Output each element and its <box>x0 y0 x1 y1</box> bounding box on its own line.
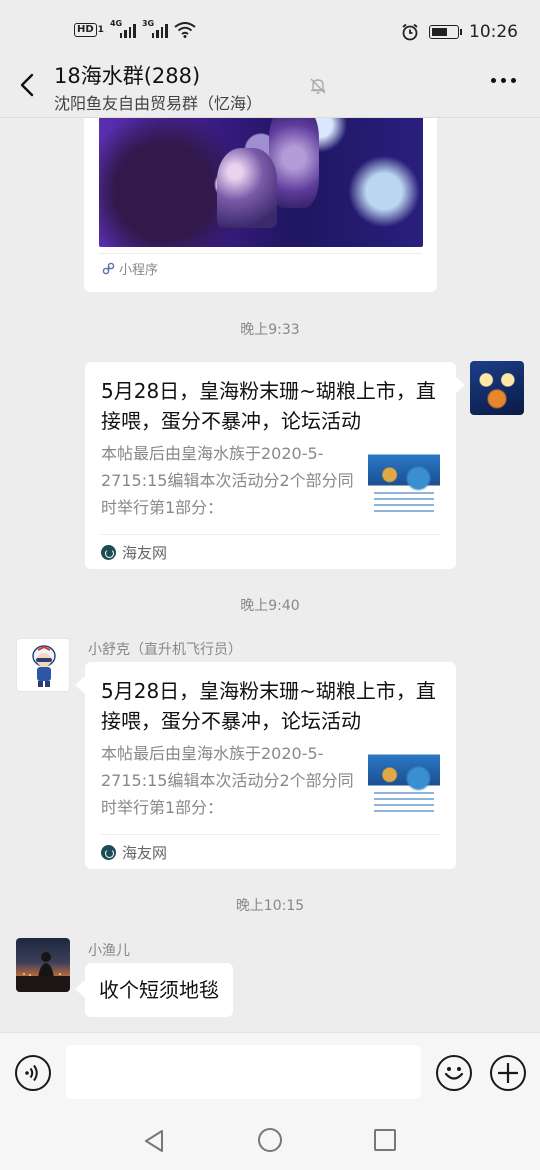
wifi-icon <box>174 22 196 38</box>
nav-home-icon[interactable] <box>258 1128 282 1152</box>
chat-area[interactable]: 小程序 晚上9:33 5月28日，皇海粉末珊~瑚粮上市，直接喂，蛋分不暴冲，论坛… <box>0 118 540 1032</box>
alarm-icon <box>402 23 418 41</box>
timestamp: 晚上9:40 <box>240 598 300 614</box>
nav-back-icon[interactable] <box>142 1129 166 1153</box>
emoji-icon <box>444 1067 464 1080</box>
plus-button[interactable] <box>490 1055 526 1091</box>
text-message-bubble[interactable]: 收个短须地毯 <box>85 963 233 1017</box>
system-nav-bar <box>0 1112 540 1170</box>
status-left: HD 1 4G 3G <box>74 19 196 38</box>
mini-program-image <box>99 118 423 247</box>
sender-avatar[interactable] <box>16 938 70 992</box>
plus-icon <box>498 1063 518 1083</box>
link-card[interactable]: 5月28日，皇海粉末珊~瑚粮上市，直接喂，蛋分不暴冲，论坛活动 本帖最后由皇海水… <box>85 662 456 869</box>
mute-bell-icon <box>310 78 326 94</box>
timestamp: 晚上9:33 <box>240 322 300 338</box>
signal-3g-icon: 3G <box>142 19 168 38</box>
bubble-tail <box>455 376 465 394</box>
link-card[interactable]: 5月28日，皇海粉末珊~瑚粮上市，直接喂，蛋分不暴冲，论坛活动 本帖最后由皇海水… <box>85 362 456 569</box>
mini-program-label: 小程序 <box>119 263 159 278</box>
link-thumbnail <box>368 746 440 818</box>
silhouette-avatar-icon <box>16 952 70 992</box>
link-title: 5月28日，皇海粉末珊~瑚粮上市，直接喂，蛋分不暴冲，论坛活动 <box>101 679 436 733</box>
group-title: 18海水群(288) <box>54 64 201 88</box>
chat-header: 18海水群(288) 沈阳鱼友自由贸易群（忆海） <box>0 52 540 118</box>
source-name: 海友网 <box>122 544 168 562</box>
sender-name: 小舒克（直升机飞行员） <box>88 642 242 658</box>
divider <box>101 834 440 835</box>
sim-number: 1 <box>97 25 104 35</box>
link-source: 海友网 <box>101 542 167 563</box>
link-thumbnail <box>368 446 440 518</box>
source-icon <box>101 545 116 560</box>
link-description: 本帖最后由皇海水族于2020-5-2715:15编辑本次活动分2个部分同时举行第… <box>101 444 354 517</box>
mini-program-icon <box>102 262 115 275</box>
pilot-avatar-icon <box>32 645 56 687</box>
hd-badge: HD <box>74 23 97 37</box>
mini-program-card[interactable]: 小程序 <box>84 118 437 292</box>
link-source: 海友网 <box>101 842 167 863</box>
bubble-tail <box>75 980 85 998</box>
battery-fill <box>432 28 448 36</box>
sender-name: 小渔儿 <box>88 943 130 959</box>
sender-avatar[interactable] <box>16 638 70 692</box>
source-name: 海友网 <box>122 844 168 862</box>
battery-icon <box>429 25 462 39</box>
divider <box>101 534 440 535</box>
clock: 10:26 <box>469 22 518 42</box>
status-right: 10:26 <box>401 22 518 42</box>
more-options-button[interactable] <box>491 78 516 83</box>
signal-4g-icon: 4G <box>110 19 136 38</box>
message-input[interactable] <box>66 1045 421 1099</box>
divider <box>99 253 422 254</box>
nav-recents-icon[interactable] <box>374 1129 396 1151</box>
input-bar <box>0 1032 540 1112</box>
mini-program-tag: 小程序 <box>102 259 158 278</box>
link-title: 5月28日，皇海粉末珊~瑚粮上市，直接喂，蛋分不暴冲，论坛活动 <box>101 379 436 433</box>
link-description: 本帖最后由皇海水族于2020-5-2715:15编辑本次活动分2个部分同时举行第… <box>101 744 354 817</box>
bubble-tail <box>75 676 85 694</box>
voice-icon <box>25 1064 38 1082</box>
group-subtitle: 沈阳鱼友自由贸易群（忆海） <box>54 94 263 113</box>
emoji-button[interactable] <box>436 1055 472 1091</box>
source-icon <box>101 845 116 860</box>
voice-input-button[interactable] <box>15 1055 51 1091</box>
back-arrow-icon[interactable] <box>14 70 42 100</box>
timestamp: 晚上10:15 <box>235 898 305 914</box>
my-avatar[interactable] <box>470 361 524 415</box>
